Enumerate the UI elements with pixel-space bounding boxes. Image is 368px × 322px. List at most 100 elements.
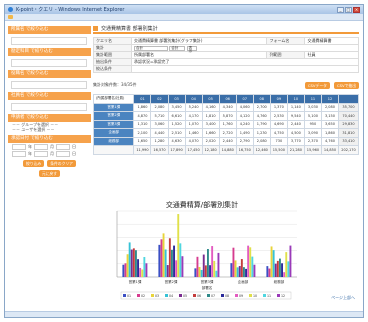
to-month-select[interactable] bbox=[34, 150, 48, 157]
clear-button[interactable]: 条件のクリア bbox=[47, 160, 76, 167]
bar-03-総務部 bbox=[270, 246, 273, 277]
legend-swatch bbox=[137, 294, 140, 297]
legend-label: 08 bbox=[225, 294, 229, 298]
column-header: 09 bbox=[269, 94, 288, 104]
bar-05-総務部 bbox=[274, 263, 277, 277]
bar-12-営業2課 bbox=[181, 256, 184, 277]
bar-03-営業3課 bbox=[198, 266, 201, 277]
table-cell: 2,530 bbox=[269, 111, 288, 121]
row-total-cell: 35,700 bbox=[338, 102, 359, 112]
reset-button[interactable]: 元に戻す bbox=[38, 170, 61, 177]
table-cell: 3,400 bbox=[201, 119, 220, 129]
command-bar bbox=[5, 14, 363, 21]
user-select[interactable]: －－ ユーザを選択 －－ bbox=[8, 127, 91, 132]
table-cell: 2,080 bbox=[252, 136, 271, 146]
cond-row: 抽出条件 承認状況=承認完了 bbox=[93, 58, 359, 66]
filter-head-dept: 所属名 で絞り込む bbox=[8, 26, 91, 34]
row-header[interactable]: 営業1課 bbox=[92, 102, 135, 112]
cond-value: 所属部署名 bbox=[130, 51, 268, 59]
column-header: 03 bbox=[167, 94, 186, 104]
bar-10-営業3課 bbox=[213, 260, 216, 277]
bar-06-営業1課 bbox=[132, 248, 135, 277]
bar-10-営業2課 bbox=[177, 214, 180, 277]
account-filter-input[interactable] bbox=[11, 59, 87, 67]
search-button[interactable]: 絞り込み bbox=[23, 160, 45, 167]
position-filter-input[interactable] bbox=[11, 81, 87, 89]
table-cell: 2,790 bbox=[235, 136, 254, 146]
bar-08-企画部 bbox=[245, 268, 247, 277]
page-top-link[interactable]: ページ上部へ bbox=[331, 295, 355, 301]
filter-head-account: 勘定科目 で絞り込む bbox=[8, 48, 91, 56]
row-header[interactable]: 営業2課 bbox=[92, 111, 135, 121]
row-header[interactable]: 営業3課 bbox=[92, 119, 135, 129]
bar-06-営業3課 bbox=[204, 265, 207, 277]
bar-07-企画部 bbox=[243, 267, 245, 277]
bar-01-総務部 bbox=[266, 266, 269, 277]
table-cell: 2,440 bbox=[286, 119, 305, 129]
table-cell: 5,870 bbox=[218, 111, 237, 121]
bar-02-営業1課 bbox=[124, 263, 127, 277]
column-total-cell: 12,460 bbox=[252, 145, 271, 155]
legend-label: 11 bbox=[267, 294, 271, 298]
filter-sidebar: 所属名 で絞り込む 勘定科目 で絞り込む 役職名 で絞り込む 社員名 で絞り込む… bbox=[8, 26, 91, 177]
table-cell: 6,610 bbox=[167, 111, 186, 121]
table-cell: 3,060 bbox=[150, 119, 169, 129]
dept-filter-input[interactable] bbox=[11, 37, 87, 45]
legend-label: 12 bbox=[281, 294, 285, 298]
bar-02-総務部 bbox=[268, 268, 271, 277]
table-cell: 1,280 bbox=[150, 136, 169, 146]
maximize-button[interactable]: □ bbox=[345, 6, 352, 13]
csv-export-button[interactable]: CSVで抽出 bbox=[333, 81, 359, 89]
bar-04-営業2課 bbox=[164, 249, 167, 277]
column-total-cell: 11,990 bbox=[133, 145, 152, 155]
csv-data-button[interactable]: CSVデータ bbox=[304, 81, 330, 89]
table-cell: 2,720 bbox=[218, 128, 237, 138]
status-bar bbox=[5, 311, 363, 317]
table-cell: 4,500 bbox=[286, 128, 305, 138]
bar-09-営業2課 bbox=[175, 260, 178, 277]
favorites-icon[interactable] bbox=[8, 15, 13, 19]
bar-11-営業1課 bbox=[143, 257, 146, 277]
bar-11-総務部 bbox=[287, 261, 290, 277]
table-cell: 1,140 bbox=[286, 102, 305, 112]
ie-icon bbox=[8, 7, 13, 12]
legend-label: 10 bbox=[253, 294, 257, 298]
axis-select[interactable]: 合計 bbox=[169, 45, 186, 51]
table-cell: 5,100 bbox=[303, 111, 322, 121]
from-day-select[interactable] bbox=[56, 143, 70, 150]
table-cell: 3,450 bbox=[167, 102, 186, 112]
sum-select[interactable]: 合計 bbox=[134, 45, 168, 51]
show-button[interactable]: 表示 bbox=[186, 45, 197, 53]
table-cell: 4,690 bbox=[269, 119, 288, 129]
legend-swatch bbox=[179, 294, 182, 297]
table-cell: 1,790 bbox=[252, 119, 271, 129]
table-cell: 4,870 bbox=[133, 111, 152, 121]
table-cell: 1,660 bbox=[201, 128, 220, 138]
table-cell: 1,460 bbox=[184, 128, 203, 138]
table-cell: 4,760 bbox=[320, 136, 340, 146]
row-header[interactable]: 総務部 bbox=[92, 136, 135, 146]
bar-05-営業1課 bbox=[130, 249, 133, 277]
table-cell: 4,440 bbox=[150, 128, 169, 138]
table-cell: 3,650 bbox=[320, 119, 340, 129]
from-month-select[interactable] bbox=[34, 143, 48, 150]
window-title: K-point・クエリ - Windows Internet Explorer bbox=[16, 7, 125, 13]
minimize-button[interactable]: _ bbox=[337, 6, 344, 13]
bar-chart: 営業1課 営業2課 営業3課 企画部 総務部部署名 01 02 03 04 05 06 07 08 09 1… bbox=[116, 210, 297, 300]
column-header: 02 bbox=[150, 94, 169, 104]
employee-filter-input[interactable] bbox=[11, 103, 87, 111]
table-cell: 2,080 bbox=[150, 102, 169, 112]
to-year-select[interactable] bbox=[12, 150, 26, 157]
column-header: 04 bbox=[184, 94, 203, 104]
bar-10-営業1課 bbox=[141, 269, 144, 277]
to-day-select[interactable] bbox=[56, 150, 70, 157]
row-header[interactable]: 企画部 bbox=[92, 128, 135, 138]
close-button[interactable]: × bbox=[353, 6, 360, 13]
bar-05-営業2課 bbox=[166, 265, 169, 277]
legend-swatch bbox=[207, 294, 210, 297]
table-cell: 1,860 bbox=[320, 128, 340, 138]
from-year-select[interactable] bbox=[12, 143, 26, 150]
bar-08-営業1課 bbox=[137, 259, 139, 277]
table-cell: 1,810 bbox=[201, 111, 220, 121]
year-label: 年 bbox=[28, 143, 32, 149]
